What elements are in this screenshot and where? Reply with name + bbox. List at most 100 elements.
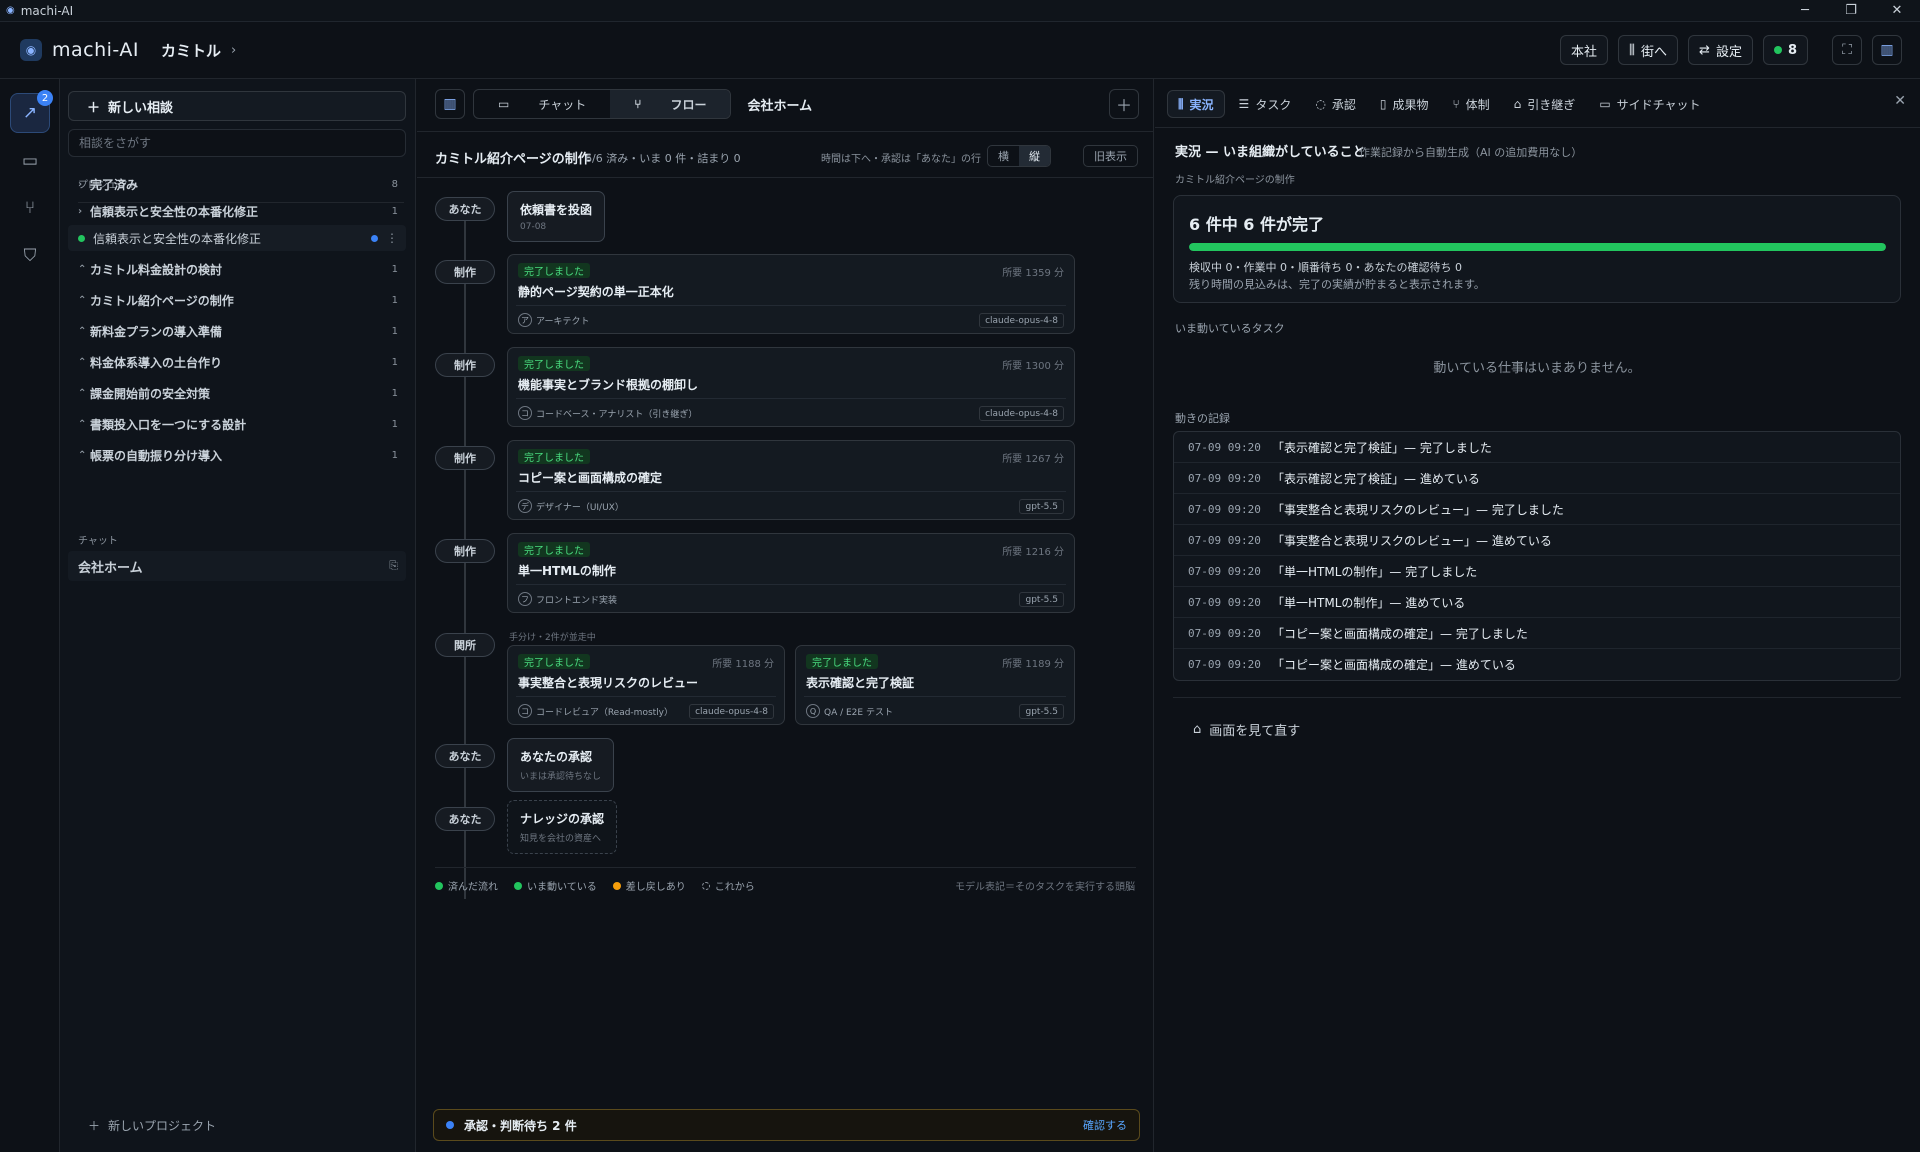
chat-icon[interactable]: ▭ (10, 141, 50, 181)
duration: 所要 1267 分 (1002, 454, 1064, 465)
sidebar-project-item[interactable]: ⌃ 書類投入口を一つにする設計 1 (68, 411, 406, 437)
confirm-link[interactable]: 確認する (1083, 1117, 1127, 1133)
role-label: QA / E2E テスト (824, 707, 893, 718)
task-card[interactable]: 完了しました 所要 1300 分機能事実とブランド根拠の棚卸しココードベース・アナ… (507, 347, 1075, 427)
knowledge-card[interactable]: ナレッジの承認 知見を会社の資産へ (507, 800, 618, 854)
sidebar-project-item[interactable]: › 信頼表示と安全性の本番化修正 1 (68, 198, 406, 224)
sidebar-project-item[interactable]: › 完了済み 8 (68, 171, 406, 197)
chat-header: チャット (78, 536, 118, 547)
town-button[interactable]: ⫼ 街へ (1618, 35, 1679, 65)
orient-vertical[interactable]: 縦 (1019, 146, 1050, 166)
old-view-button[interactable]: 旧表示 (1083, 145, 1138, 167)
chevron-icon: ⌃ (78, 449, 87, 461)
branch-icon[interactable]: ⑂ (10, 188, 50, 228)
lane-you: あなた (435, 744, 495, 768)
sidebar-project-item[interactable]: ⌃ 帳票の自動振り分け導入 1 (68, 442, 406, 468)
task-card[interactable]: 完了しました 所要 1267 分コピー案と画面構成の確定デデザイナー（UI/UX）… (507, 440, 1075, 520)
review-screen-button[interactable]: ⌂ 画面を見て直す (1193, 720, 1300, 739)
sidebar-project-label: 料金体系導入の土台作り (90, 355, 223, 370)
more-icon[interactable]: ⋮ (386, 231, 398, 245)
log-row: 07-09 09:20 「事実整合と表現リスクのレビュー」— 進めている (1174, 525, 1900, 556)
sidebar-project-item[interactable]: ⌃ カミトル紹介ページの制作 1 (68, 287, 406, 313)
task-card[interactable]: 完了しました 所要 1188 分事実整合と表現リスクのレビューココードレビュア（R… (507, 645, 785, 725)
model-tag: gpt-5.5 (1019, 592, 1064, 607)
search-input[interactable] (68, 129, 406, 157)
log-row: 07-09 09:20 「事実整合と表現リスクのレビュー」— 完了しました (1174, 494, 1900, 525)
new-consult-button[interactable]: ＋ 新しい相談 (68, 91, 406, 121)
task-card[interactable]: 完了しました 所要 1216 分単一HTMLの制作フフロントエンド実装 gpt-5.… (507, 533, 1075, 613)
activity-icon[interactable]: ↗ 2 (10, 90, 53, 133)
tab-icon: ⫼ (1178, 96, 1184, 111)
close-panel-icon[interactable]: ✕ (1894, 93, 1906, 109)
approval-bar-label: 承認・判断待ち 2 件 (464, 1118, 577, 1133)
view-switch: ▭ チャット ⑂ フロー (473, 89, 732, 119)
tab-icon: ▯ (1379, 97, 1387, 111)
legend-label: いま動いている (527, 882, 597, 893)
item-count: 1 (391, 294, 398, 306)
tab-right-2[interactable]: ◌ 承認 (1305, 90, 1366, 118)
tab-label: 成果物 (1392, 97, 1429, 112)
request-date: 07-08 (520, 222, 547, 232)
maximize-button[interactable]: ❐ (1828, 3, 1874, 18)
fullscreen-icon[interactable]: ⛶ (1832, 35, 1862, 65)
tab-chat[interactable]: ▭ チャット (474, 90, 610, 118)
log-timestamp: 07-09 09:20 (1188, 533, 1261, 547)
orientation-toggle: 横 縦 (987, 145, 1051, 167)
shield-icon[interactable]: ⛉ (10, 236, 50, 276)
sidebar-toggle-icon[interactable]: ▥ (435, 89, 465, 119)
chat-item-company-home[interactable]: 会社ホーム ⎘ (68, 551, 406, 581)
approval-bar[interactable]: 承認・判断待ち 2 件 確認する (433, 1109, 1140, 1141)
panel-toggle-icon[interactable]: ▥ (1872, 35, 1902, 65)
add-button[interactable]: ＋ (1109, 89, 1139, 119)
sidebar-project-label: 課金開始前の安全対策 (90, 386, 211, 401)
sidebar-project-item[interactable]: ⌃ 新料金プランの導入準備 1 (68, 318, 406, 344)
settings-button[interactable]: ⇄ 設定 (1688, 35, 1753, 65)
flow-icon: ⑂ (634, 97, 642, 111)
sidebar-project-item[interactable]: ⌃ 料金体系導入の土台作り 1 (68, 349, 406, 375)
bookmark-icon[interactable]: ⎘ (389, 559, 398, 573)
log-text: 「事実整合と表現リスクのレビュー」— 進めている (1272, 533, 1552, 548)
left-rail: ↗ 2 ▭ ⑂ ⛉ (0, 79, 60, 1152)
tab-flow[interactable]: ⑂ フロー (610, 90, 731, 118)
new-project-button[interactable]: ＋ 新しいプロジェクト (88, 1117, 216, 1134)
minimize-button[interactable]: ─ (1782, 3, 1828, 18)
item-count: 1 (391, 356, 398, 368)
task-title: 表示確認と完了検証 (806, 676, 915, 690)
log-text: 「表示確認と完了検証」— 完了しました (1272, 440, 1492, 455)
log-text: 「単一HTMLの制作」— 完了しました (1272, 564, 1478, 579)
sidebar-project-item[interactable]: ⌃ 課金開始前の安全対策 1 (68, 380, 406, 406)
hq-button[interactable]: 本社 (1560, 35, 1609, 65)
task-card[interactable]: 完了しました 所要 1359 分静的ページ契約の単一正本化アアーキテクト claud… (507, 254, 1075, 334)
summary-box: 6 件中 6 件が完了 検収中 0・作業中 0・順番待ち 0・あなたの確認待ち … (1173, 195, 1901, 303)
chat-item-label: 会社ホーム (78, 560, 143, 576)
tab-label: 体制 (1465, 97, 1490, 112)
role: ココードベース・アナリスト（引き継ぎ） (518, 406, 697, 420)
tab-live[interactable]: ⫼ 実況 (1167, 90, 1225, 118)
orient-horizontal[interactable]: 横 (988, 146, 1019, 166)
status-count-button[interactable]: 8 (1762, 35, 1808, 65)
tab-chat-label: チャット (538, 97, 587, 112)
sidebar-project-item[interactable]: ⌃ カミトル料金設計の検討 1 (68, 256, 406, 282)
task-title: 機能事実とブランド根拠の棚卸し (518, 378, 699, 392)
os-title-bar: ◉ machi-AI ─ ❐ ✕ (0, 0, 1920, 22)
close-window-button[interactable]: ✕ (1874, 3, 1920, 18)
tab-right-5[interactable]: ⌂ 引き継ぎ (1504, 90, 1586, 118)
project-title: カミトル紹介ページの制作 (435, 152, 591, 167)
notification-badge: 2 (37, 90, 53, 106)
task-card[interactable]: 完了しました 所要 1189 分表示確認と完了検証 Q QA / E2E テスト gpt… (795, 645, 1075, 725)
sidebar-project-label: 新料金プランの導入準備 (90, 324, 223, 339)
tab-right-4[interactable]: ⑂ 体制 (1442, 90, 1499, 118)
item-count: 1 (391, 205, 398, 217)
log-row: 07-09 09:20 「単一HTMLの制作」— 進めている (1174, 587, 1900, 618)
tab-icon: ☰ (1238, 97, 1250, 111)
breadcrumb-company[interactable]: カミトル (161, 40, 221, 61)
duration: 所要 1300 分 (1002, 361, 1064, 372)
tab-right-3[interactable]: ▯ 成果物 (1370, 90, 1439, 118)
request-card[interactable]: 依頼書を投函 07-08 (507, 191, 606, 242)
legend-note: モデル表記＝そのタスクを実行する頭脳 (955, 882, 1135, 893)
status-count: 8 (1787, 42, 1797, 58)
tab-right-6[interactable]: ▭ サイドチャット (1589, 90, 1710, 118)
approval-card[interactable]: あなたの承認 いまは承認待ちなし (507, 738, 615, 792)
tab-right-1[interactable]: ☰ タスク (1229, 90, 1302, 118)
sidebar-project-item[interactable]: 信頼表示と安全性の本番化修正 ⋮ (68, 225, 406, 251)
